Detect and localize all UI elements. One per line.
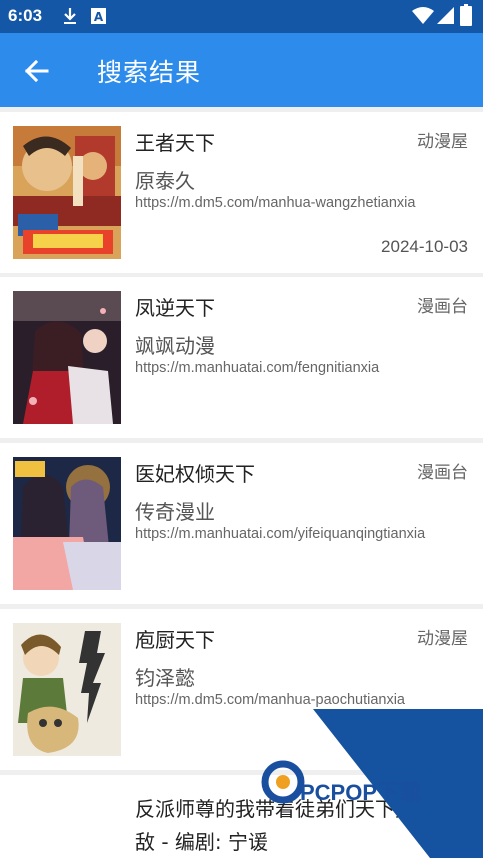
watermark-text: PCPOP下载: [300, 780, 422, 805]
watermark-overlay: [261, 709, 483, 858]
